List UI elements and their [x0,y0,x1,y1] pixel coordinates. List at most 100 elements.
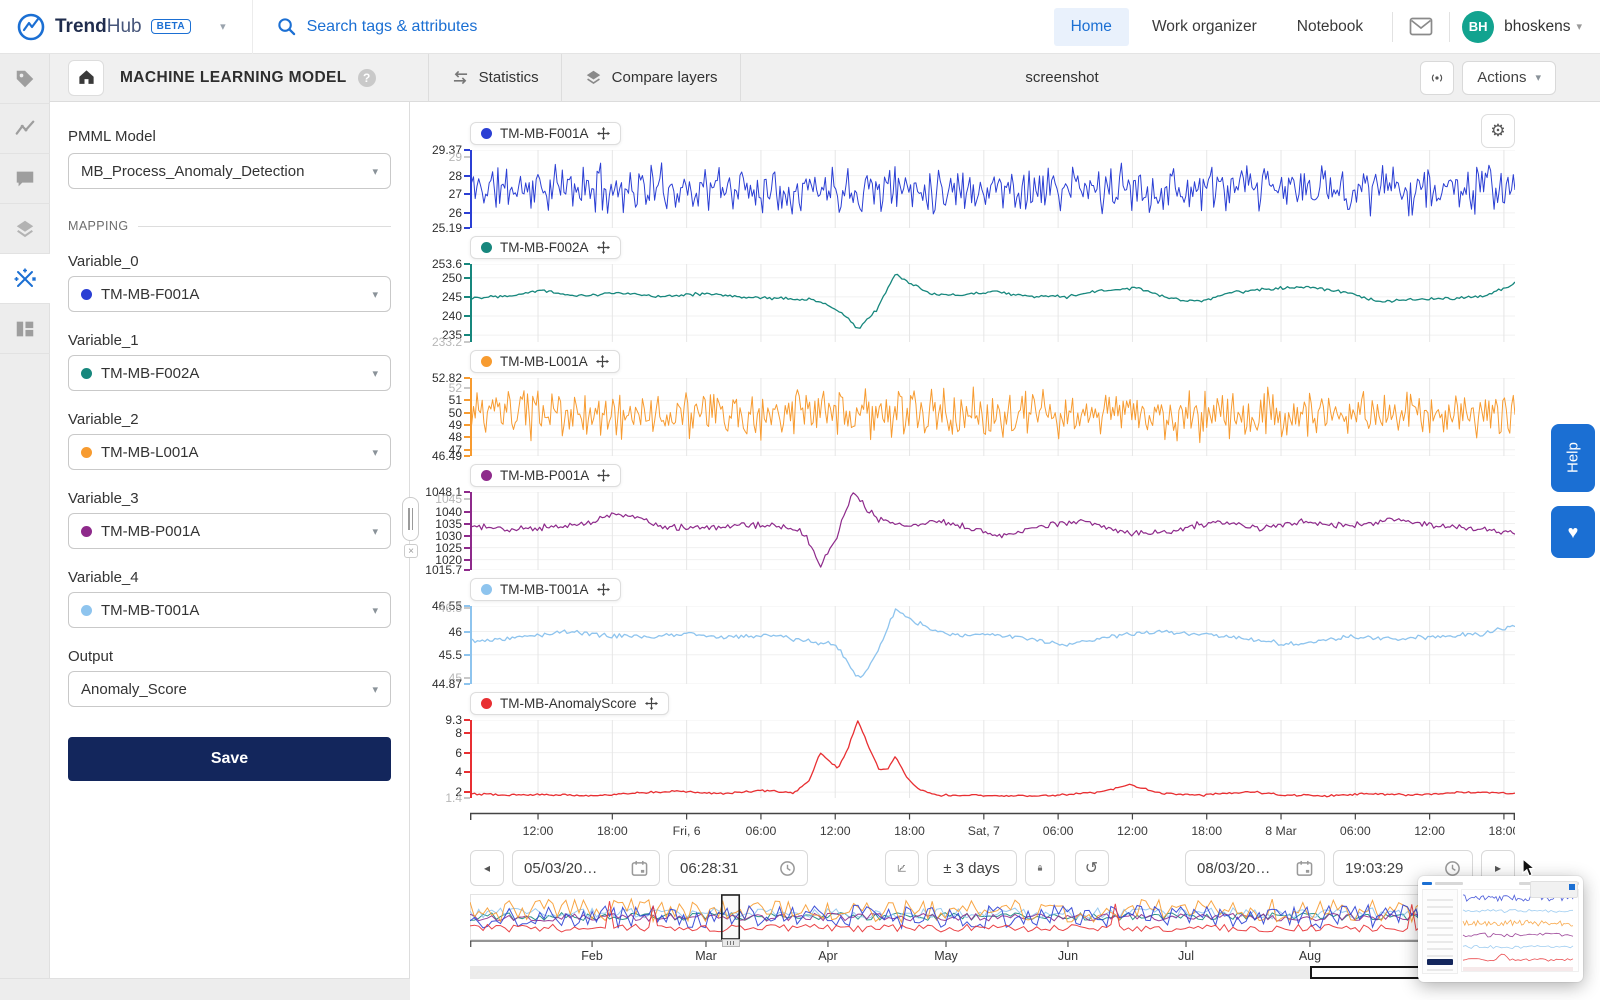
svg-text:06:00: 06:00 [746,824,777,838]
brand[interactable]: TrendHub BETA ▾ [0,12,226,42]
svg-text:12:00: 12:00 [1414,824,1445,838]
output-label: Output [68,648,391,665]
y-axis-labels: 29.372928272625.19 [410,150,470,228]
variable-select[interactable]: TM-MB-L001A ▾ [68,434,391,470]
sidebar-item-dashboards[interactable] [0,304,50,354]
nav-link-notebook[interactable]: Notebook [1280,8,1380,46]
time-range-button[interactable]: ± 3 days [927,850,1017,886]
help-tab[interactable]: Help [1551,424,1595,492]
global-search[interactable]: Search tags & attributes [252,0,478,54]
live-broadcast-button[interactable] [1420,61,1454,95]
series-color-dot [81,289,92,300]
variable-select[interactable]: TM-MB-F001A ▾ [68,276,391,312]
search-label: Search tags & attributes [307,18,478,36]
home-button[interactable] [68,60,104,96]
start-time-field[interactable]: 06:28:31 [668,850,808,886]
sidebar-item-trends[interactable] [0,104,50,154]
time-axis: 12:0018:00Fri, 606:0012:0018:00Sat, 706:… [470,812,1515,842]
favorite-button[interactable]: ♥ [1551,506,1595,558]
chevron-down-icon: ▾ [372,446,378,459]
series-legend-chip[interactable]: TM-MB-P001A [470,464,621,487]
scrollbar-handle[interactable] [1310,966,1428,979]
plot-TM-MB-T001A[interactable] [470,606,1515,684]
nav-link-home[interactable]: Home [1054,8,1129,46]
series-legend-chip[interactable]: TM-MB-L001A [470,350,620,373]
series-color-dot [81,605,92,616]
thumbnail-notification [1530,881,1578,898]
series-legend-chip[interactable]: TM-MB-T001A [470,578,621,601]
plot-TM-MB-F001A[interactable] [470,150,1515,228]
user-name[interactable]: bhoskens [1504,18,1570,36]
chevron-down-icon: ▾ [372,288,378,301]
charts: TM-MB-F001A29.372928272625.19TM-MB-F002A… [410,102,1600,806]
sidebar-item-comments[interactable] [0,154,50,204]
series-label: TM-MB-AnomalyScore [500,696,637,711]
user-chevron-down-icon[interactable]: ▾ [1576,20,1582,33]
svg-text:Fri, 6: Fri, 6 [673,824,701,838]
svg-text:Apr: Apr [818,949,837,963]
plot-TM-MB-AnomalyScore[interactable] [470,720,1515,798]
variable-select[interactable]: TM-MB-P001A ▾ [68,513,391,549]
clock-icon [1444,860,1461,877]
horizontal-scrollbar[interactable] [470,966,1560,979]
screenshot-preview-thumbnail[interactable] [1418,876,1583,982]
heart-icon: ♥ [1568,522,1579,543]
sidebar-item-machine-learning[interactable] [0,254,50,304]
svg-text:18:00: 18:00 [597,824,628,838]
sidebar-item-layers[interactable] [0,204,50,254]
divider [1449,12,1450,42]
variable-label: Variable_3 [68,490,391,507]
chart-settings-button[interactable]: ⚙ [1481,114,1515,148]
nav-link-work-organizer[interactable]: Work organizer [1135,8,1274,46]
move-icon [596,355,609,368]
history-button[interactable]: ↺ [1075,850,1109,886]
plot-TM-MB-F002A[interactable] [470,264,1515,342]
panel-collapse-button[interactable]: × [404,544,418,558]
pmml-model-select[interactable]: MB_Process_Anomaly_Detection ▾ [68,153,391,189]
search-icon [277,17,296,36]
chart-area: ⚙ TM-MB-F001A29.372928272625.19TM-MB-F00… [410,102,1600,1000]
variable-select[interactable]: TM-MB-F002A ▾ [68,355,391,391]
output-select[interactable]: Anomaly_Score ▾ [68,671,391,707]
panel-resize-handle[interactable] [402,497,419,541]
statistics-button[interactable]: Statistics [428,54,562,102]
calendar-icon [631,860,648,877]
chevron-down-icon: ▾ [1535,71,1541,84]
svg-text:8 Mar: 8 Mar [1265,824,1296,838]
save-button[interactable]: Save [68,737,391,781]
series-legend-chip[interactable]: TM-MB-F002A [470,236,621,259]
end-date-field[interactable]: 08/03/20… [1185,850,1325,886]
actions-button[interactable]: Actions ▾ [1462,61,1556,95]
series-color-dot [481,128,492,139]
series-legend-chip[interactable]: TM-MB-AnomalyScore [470,692,669,715]
svg-text:18:00: 18:00 [1191,824,1222,838]
help-circle-icon[interactable]: ? [358,69,376,87]
step-back-button[interactable]: ◂ [470,850,504,886]
lock-range-button[interactable] [1025,850,1055,886]
plot-TM-MB-L001A[interactable] [470,378,1515,456]
broadcast-icon [1426,70,1448,86]
variable-select[interactable]: TM-MB-T001A ▾ [68,592,391,628]
overview-selection-handle[interactable] [722,939,740,947]
chart-row: TM-MB-L001A52.8252515049484746.49 [410,350,1600,464]
y-axis-labels: 46.5546.54645.54544.87 [410,606,470,684]
compare-layers-button[interactable]: Compare layers [562,54,741,102]
svg-text:12:00: 12:00 [820,824,851,838]
plot-TM-MB-P001A[interactable] [470,492,1515,570]
avatar[interactable]: BH [1462,11,1494,43]
series-color-dot [81,526,92,537]
series-legend-chip[interactable]: TM-MB-F001A [470,122,621,145]
svg-text:06:00: 06:00 [1043,824,1074,838]
sidebar-item-tags[interactable] [0,54,50,104]
svg-text:May: May [934,949,958,963]
divider [1392,12,1393,42]
series-color-dot [481,470,492,481]
svg-text:Jun: Jun [1058,949,1078,963]
start-date-field[interactable]: 05/03/20… [512,850,660,886]
brand-name: TrendHub [55,16,142,38]
brand-chevron-down-icon[interactable]: ▾ [220,20,226,33]
trend-line-icon [14,118,36,140]
step-plot-mode-button[interactable] [885,850,919,886]
mail-button[interactable] [1405,11,1437,43]
home-icon [77,68,96,87]
